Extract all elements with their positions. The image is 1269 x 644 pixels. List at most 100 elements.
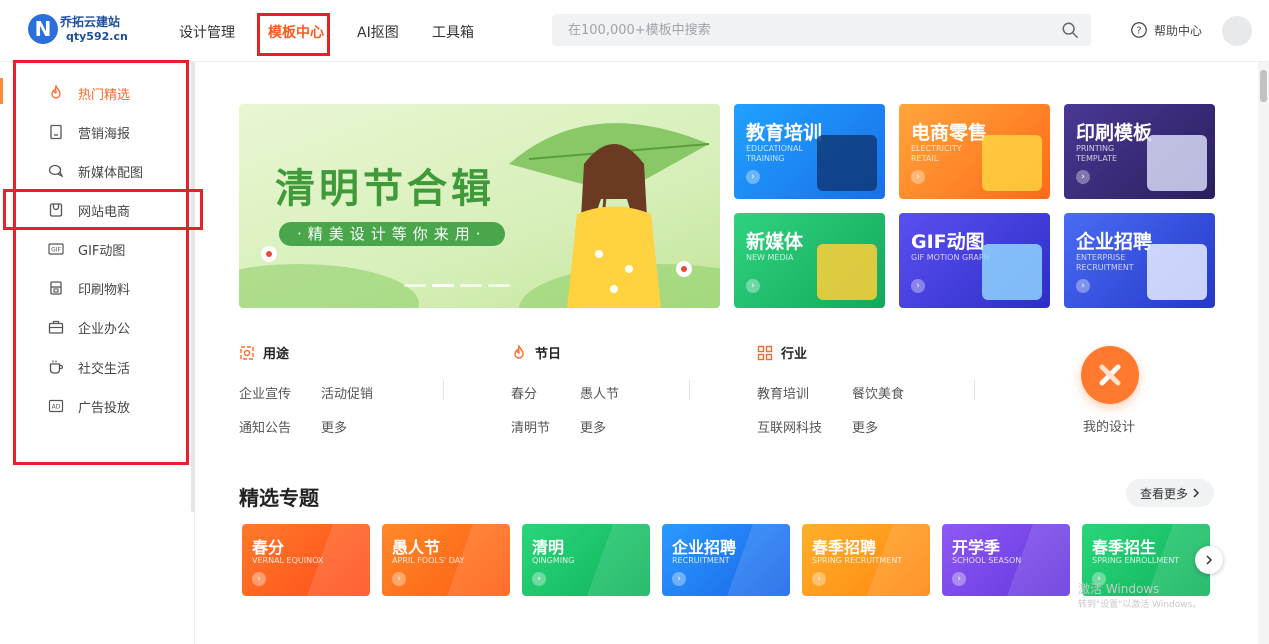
tile-en: GIF MOTION GRAPH <box>911 253 990 262</box>
tile-arrow-icon: › <box>746 170 760 184</box>
tile-ecommerce[interactable]: 电商零售 ELECTRICITY RETAIL › <box>899 104 1050 199</box>
category-industry-heading: 行业 <box>757 343 807 362</box>
my-design-label: 我的设计 <box>1083 420 1136 435</box>
site-logo[interactable]: N 乔拓云建站 qty592.cn <box>28 12 128 48</box>
carousel-dot[interactable] <box>404 284 426 287</box>
topic-title: 春分 <box>252 538 285 557</box>
featured-section-title: 精选专题 <box>239 486 319 510</box>
page-scrollbar-thumb[interactable] <box>1260 70 1267 102</box>
category-name: 节日 <box>535 347 562 362</box>
category-link[interactable]: 清明节 <box>511 417 550 436</box>
tile-gif[interactable]: GIF动图 GIF MOTION GRAPH › <box>899 213 1050 308</box>
category-link[interactable]: 活动促销 <box>321 383 373 402</box>
category-more-link[interactable]: 更多 <box>852 417 878 436</box>
logo-url: qty592.cn <box>66 30 128 43</box>
view-more-button[interactable]: 查看更多 <box>1126 479 1214 507</box>
tile-arrow-icon: › <box>911 170 925 184</box>
divider <box>974 380 975 400</box>
page-scrollbar-track[interactable] <box>1258 62 1269 644</box>
annotation-box-nav <box>257 13 330 56</box>
nav-design-manage[interactable]: 设计管理 <box>179 22 235 42</box>
tile-new-media[interactable]: 新媒体 NEW MEDIA › <box>734 213 885 308</box>
megaphone-icon <box>817 244 877 300</box>
topic-arrow-icon: › <box>392 572 406 586</box>
help-icon: ? <box>1131 22 1147 38</box>
tile-print[interactable]: 印刷模板 PRINTING TEMPLATE › <box>1064 104 1215 199</box>
carousel-dots[interactable] <box>404 284 510 287</box>
topic-card[interactable]: 企业招聘 RECRUITMENT › <box>662 524 790 596</box>
category-link[interactable]: 企业宣传 <box>239 383 291 402</box>
nav-toolbox[interactable]: 工具箱 <box>432 22 474 42</box>
topic-card[interactable]: 开学季 SCHOOL SEASON › <box>942 524 1070 596</box>
chevron-right-icon <box>1193 488 1200 498</box>
search-icon[interactable] <box>1061 21 1079 39</box>
category-name: 用途 <box>263 347 290 362</box>
tile-arrow-icon: › <box>1076 279 1090 293</box>
carousel-dot[interactable] <box>488 284 510 287</box>
shop-icon <box>982 135 1042 191</box>
topic-title: 春季招聘 <box>812 538 877 557</box>
tile-title: 印刷模板 <box>1076 122 1153 144</box>
category-link[interactable]: 互联网科技 <box>757 417 822 436</box>
chevron-right-icon <box>1206 555 1213 565</box>
tile-title: 企业招聘 <box>1076 231 1153 253</box>
annotation-box-sidebar <box>13 60 189 465</box>
divider <box>443 380 444 400</box>
topic-arrow-icon: › <box>252 572 266 586</box>
topic-en: QINGMING <box>532 556 575 565</box>
banner-subtitle: ·精美设计等你来用· <box>279 222 505 246</box>
active-accent-bar <box>0 78 3 104</box>
search-bar <box>552 14 1091 46</box>
tile-en: PRINTING TEMPLATE <box>1076 144 1118 163</box>
category-link[interactable]: 通知公告 <box>239 417 291 436</box>
grid-icon <box>757 345 773 360</box>
view-more-label: 查看更多 <box>1139 486 1188 501</box>
topic-card[interactable]: 春分 VERNAL EQUINOX › <box>242 524 370 596</box>
annotation-box-ecommerce <box>3 189 203 230</box>
search-input[interactable] <box>552 14 1052 46</box>
carousel-dot[interactable] <box>432 284 454 287</box>
topic-en: SPRING RECRUITMENT <box>812 556 903 565</box>
topic-card[interactable]: 愚人节 APRIL FOOLS' DAY › <box>382 524 510 596</box>
category-more-link[interactable]: 更多 <box>580 417 606 436</box>
category-more-link[interactable]: 更多 <box>321 417 347 436</box>
logo-name: 乔拓云建站 <box>60 15 121 29</box>
topic-en: SPRING ENROLLMENT <box>1092 556 1180 565</box>
tile-title: 新媒体 <box>746 231 804 253</box>
topic-title: 企业招聘 <box>672 538 737 557</box>
fire-icon <box>514 344 524 359</box>
windows-activation-watermark: 激活 Windows <box>1078 582 1160 596</box>
graduation-cap-icon <box>817 135 877 191</box>
category-link[interactable]: 教育培训 <box>757 383 809 402</box>
topic-en: SCHOOL SEASON <box>952 556 1022 565</box>
topic-decoration <box>586 524 650 596</box>
category-link[interactable]: 愚人节 <box>580 383 619 402</box>
tile-en: ELECTRICITY RETAIL <box>911 144 962 163</box>
topic-en: VERNAL EQUINOX <box>252 556 324 565</box>
tile-en: ENTERPRISE RECRUITMENT <box>1076 253 1134 272</box>
tile-education[interactable]: 教育培训 EDUCATIONAL TRAINING › <box>734 104 885 199</box>
sidebar-scrollbar[interactable] <box>191 62 195 512</box>
logo-mark: N <box>28 14 58 44</box>
topic-card[interactable]: 清明 QINGMING › <box>522 524 650 596</box>
topic-en: APRIL FOOLS' DAY <box>392 556 465 565</box>
topic-arrow-icon: › <box>952 572 966 586</box>
help-center-link[interactable]: ? 帮助中心 <box>1130 21 1202 39</box>
carousel-dot[interactable] <box>460 284 482 287</box>
my-design-button[interactable] <box>1081 346 1139 404</box>
nav-ai-cutout[interactable]: AI抠图 <box>357 22 399 42</box>
category-purpose-heading: 用途 <box>239 343 289 362</box>
hero-banner[interactable]: 清明节合辑 ·精美设计等你来用· <box>239 104 720 308</box>
topic-arrow-icon: › <box>812 572 826 586</box>
tile-arrow-icon: › <box>1076 170 1090 184</box>
tile-title: GIF动图 <box>911 231 985 253</box>
topic-title: 春季招生 <box>1092 538 1157 557</box>
tile-title: 电商零售 <box>911 122 988 144</box>
carousel-next-button[interactable] <box>1195 546 1223 574</box>
topic-card[interactable]: 春季招聘 SPRING RECRUITMENT › <box>802 524 930 596</box>
tile-recruitment[interactable]: 企业招聘 ENTERPRISE RECRUITMENT › <box>1064 213 1215 308</box>
category-link[interactable]: 餐饮美食 <box>852 383 904 402</box>
category-link[interactable]: 春分 <box>511 383 537 402</box>
user-avatar[interactable] <box>1222 16 1252 46</box>
printer-icon <box>1147 135 1207 191</box>
